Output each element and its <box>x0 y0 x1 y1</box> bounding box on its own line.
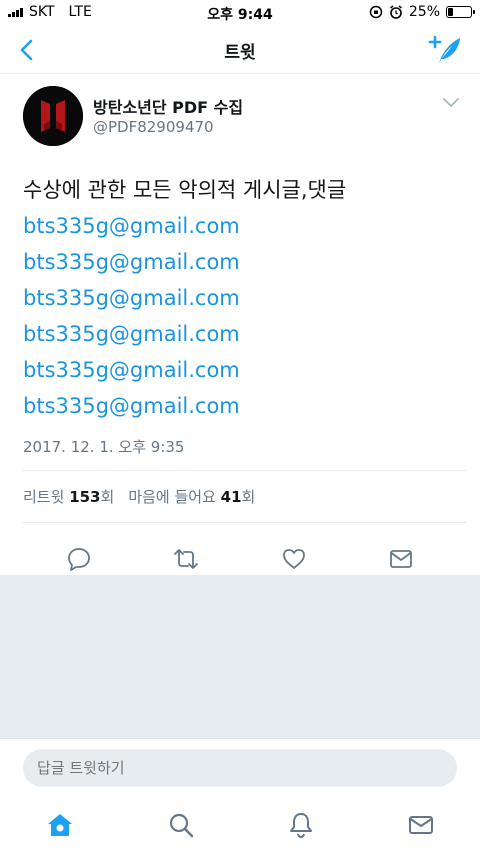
battery-percent: 25% <box>408 4 440 20</box>
compose-feather-icon[interactable] <box>428 34 462 66</box>
home-icon[interactable] <box>46 811 74 839</box>
email-link[interactable]: bts335g@gmail.com <box>23 244 463 280</box>
chevron-down-icon[interactable] <box>442 96 460 110</box>
user-display-name[interactable]: 방탄소년단 PDF 수집 <box>93 94 243 118</box>
tab-bar <box>0 796 480 853</box>
messages-icon[interactable] <box>407 811 435 839</box>
retweet-stat[interactable]: 리트윗 153회 <box>23 488 114 506</box>
reply-input[interactable] <box>23 749 457 787</box>
tweet-text-line: 수상에 관한 모든 악의적 게시글,댓글 <box>23 178 347 202</box>
avatar[interactable] <box>23 86 83 146</box>
direct-message-icon[interactable] <box>388 546 414 572</box>
tweet-timestamp: 2017. 12. 1. 오후 9:35 <box>23 438 185 456</box>
bts-logo-icon <box>23 86 83 146</box>
nav-bar: 트윗 <box>0 26 480 74</box>
user-handle[interactable]: @PDF82909470 <box>93 118 214 136</box>
status-bar: SKT LTE 오후 9:44 25% <box>0 0 480 26</box>
status-right: 25% <box>369 4 475 20</box>
like-label: 마음에 들어요 <box>128 488 216 506</box>
retweet-count: 153 <box>69 488 101 506</box>
like-count: 41 <box>220 488 242 506</box>
email-link[interactable]: bts335g@gmail.com <box>23 388 463 424</box>
heart-icon[interactable] <box>281 546 307 572</box>
retweet-label: 리트윗 <box>23 488 65 506</box>
email-link[interactable]: bts335g@gmail.com <box>23 208 463 244</box>
rotation-lock-icon <box>369 5 383 19</box>
tweet-stats: 리트윗 153회 마음에 들어요 41회 <box>23 486 255 507</box>
tweet-text: 수상에 관한 모든 악의적 게시글,댓글 bts335g@gmail.com b… <box>23 172 463 424</box>
email-link[interactable]: bts335g@gmail.com <box>23 316 463 352</box>
divider <box>23 470 466 471</box>
page-title: 트윗 <box>224 43 256 63</box>
alarm-icon <box>389 5 402 19</box>
search-icon[interactable] <box>167 811 195 839</box>
email-link[interactable]: bts335g@gmail.com <box>23 352 463 388</box>
retweet-icon[interactable] <box>173 546 199 572</box>
reply-bar <box>0 738 480 796</box>
email-link[interactable]: bts335g@gmail.com <box>23 280 463 316</box>
notifications-icon[interactable] <box>287 811 315 839</box>
replies-area <box>0 575 480 738</box>
divider <box>23 522 466 523</box>
retweet-suffix: 회 <box>100 488 115 506</box>
reply-icon[interactable] <box>66 546 92 572</box>
battery-icon <box>446 6 475 18</box>
like-stat[interactable]: 마음에 들어요 41회 <box>128 488 255 506</box>
battery-level <box>448 8 453 16</box>
like-suffix: 회 <box>241 488 256 506</box>
